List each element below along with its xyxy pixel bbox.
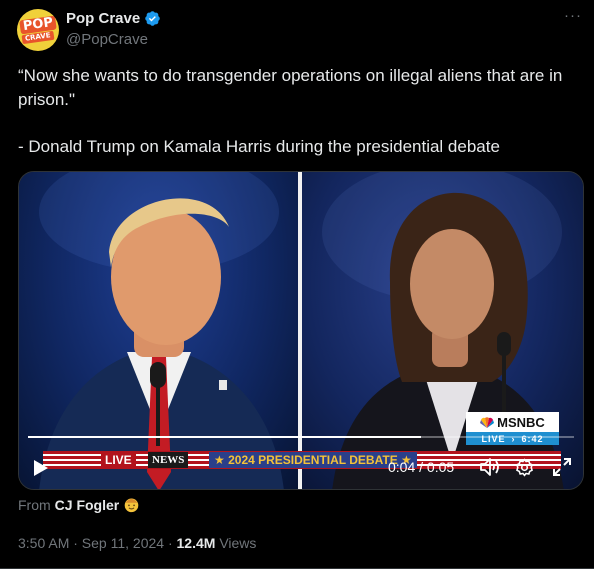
from-label: From [18, 496, 51, 513]
views-label: Views [215, 535, 257, 551]
video-player[interactable]: MSNBC LIVE › 6:42 LIVE NEWS ★ 2024 PRESI… [18, 171, 584, 490]
network-bug: MSNBC LIVE › 6:42 [466, 412, 559, 447]
speaker-left-figure [39, 172, 284, 489]
fullscreen-icon[interactable] [553, 458, 571, 476]
video-progress-fill [28, 436, 422, 438]
verified-icon [145, 11, 160, 26]
more-icon[interactable]: ··· [564, 7, 582, 24]
author-handle[interactable]: @PopCrave [66, 31, 148, 48]
msnbc-logo: MSNBC [466, 412, 559, 432]
avatar[interactable]: POP CRAVE [17, 9, 59, 51]
source-name[interactable]: CJ Fogler [55, 497, 120, 513]
tweet-quote: “Now she wants to do transgender operati… [18, 66, 563, 109]
video-panel-left [19, 172, 298, 489]
peacock-icon [480, 416, 495, 428]
emoji-icon [124, 498, 139, 513]
live-arrow-icon: › [511, 433, 516, 444]
views-count: 12.4M [176, 535, 216, 551]
source-attribution: From CJ Fogler [18, 496, 140, 513]
live-time: 6:42 [521, 433, 544, 444]
author-display-name[interactable]: Pop Crave [66, 10, 140, 27]
volume-icon[interactable] [480, 458, 500, 476]
video-time: 0:04 / 0:05 [388, 459, 455, 475]
tweet-attribution: - Donald Trump on Kamala Harris during t… [18, 137, 500, 156]
author-name-row: Pop Crave [66, 10, 161, 27]
tweet-timestamp[interactable]: 3:50 AM · Sep 11, 2024 · [18, 535, 177, 551]
live-indicator: LIVE › 6:42 [466, 432, 559, 445]
ticker-title: ★ 2024 PRESIDENTIAL DEBATE ★ [209, 452, 417, 468]
ticker-live: LIVE [101, 452, 136, 468]
play-icon[interactable] [33, 459, 49, 477]
tweet-meta: 3:50 AM · Sep 11, 2024 · 12.4M Views [18, 535, 256, 551]
tweet-text: “Now she wants to do transgender operati… [18, 64, 588, 159]
live-label: LIVE [481, 433, 506, 444]
video-progress-bar[interactable] [28, 436, 574, 438]
settings-icon[interactable] [515, 458, 534, 477]
ticker-news: NEWS [148, 452, 189, 468]
network-logo-text: MSNBC [497, 414, 545, 430]
